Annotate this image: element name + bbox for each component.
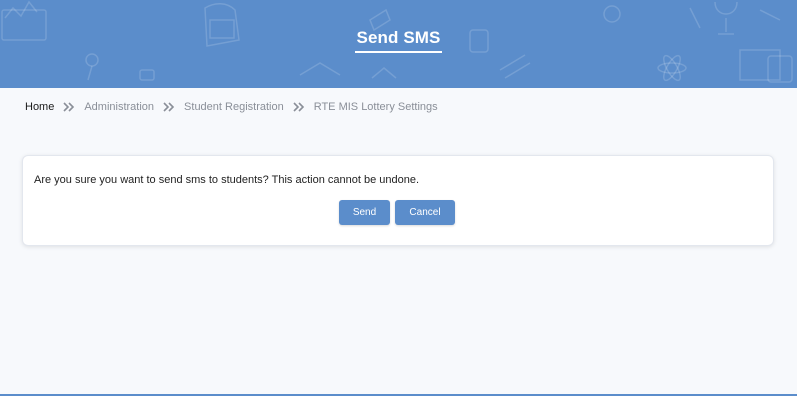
page-title: Send SMS [0, 28, 797, 53]
breadcrumb: Home Administration Student Registration… [25, 100, 438, 114]
send-button[interactable]: Send [339, 200, 390, 225]
confirm-dialog-card: Are you sure you want to send sms to stu… [22, 155, 774, 246]
double-chevron-right-icon [63, 102, 75, 112]
breadcrumb-administration[interactable]: Administration [84, 101, 154, 113]
cancel-button[interactable]: Cancel [395, 200, 455, 225]
header-banner: Send SMS [0, 0, 797, 88]
double-chevron-right-icon [293, 102, 304, 112]
double-chevron-right-icon [163, 102, 175, 112]
confirm-message: Are you sure you want to send sms to stu… [34, 174, 420, 186]
breadcrumb-home[interactable]: Home [25, 101, 54, 113]
breadcrumb-student-registration[interactable]: Student Registration [184, 101, 284, 113]
breadcrumb-rte-mis-lottery-settings[interactable]: RTE MIS Lottery Settings [314, 101, 438, 113]
page-title-text: Send SMS [354, 28, 443, 53]
